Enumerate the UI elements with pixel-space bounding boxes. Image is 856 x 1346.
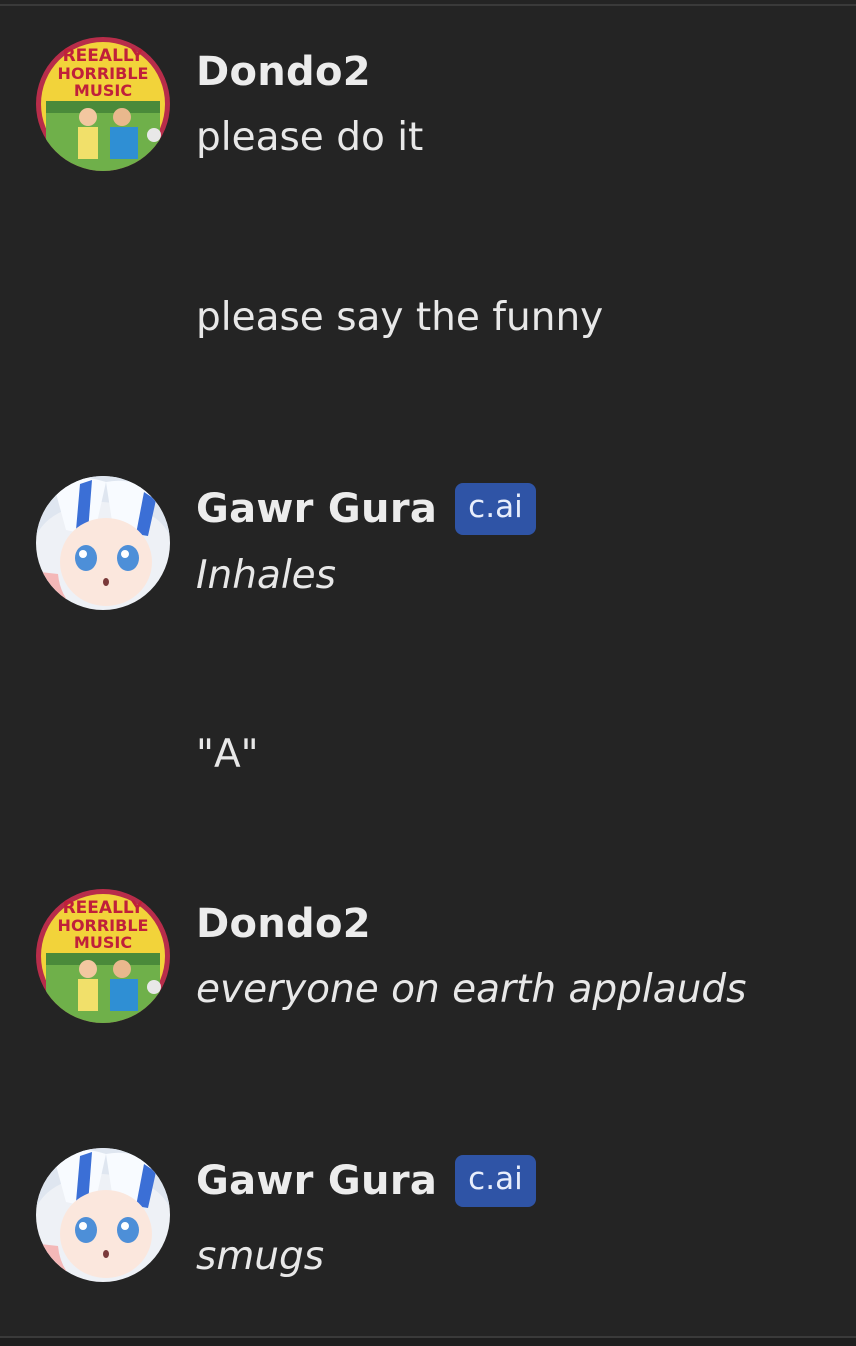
- gawr-gura-avatar-icon: [36, 1148, 170, 1282]
- author-row: Gawr Gura c.ai: [196, 1151, 536, 1211]
- user-avatar[interactable]: REEALLY HORRIBLE MUSIC: [36, 889, 170, 1023]
- message-line: everyone on earth applauds: [196, 967, 747, 1012]
- message-line: smugs: [196, 1234, 325, 1279]
- character-avatar[interactable]: [36, 476, 170, 610]
- gawr-gura-avatar-icon: [36, 476, 170, 610]
- reeally-horrible-music-avatar-icon: REEALLY HORRIBLE MUSIC: [36, 889, 170, 1023]
- character-avatar[interactable]: [36, 1148, 170, 1282]
- svg-text:MUSIC: MUSIC: [74, 81, 132, 100]
- message-line: "A": [196, 732, 259, 777]
- svg-text:REEALLY: REEALLY: [63, 898, 144, 918]
- message-line: please do it: [196, 115, 424, 160]
- svg-text:REEALLY: REEALLY: [63, 46, 144, 66]
- author-name[interactable]: Dondo2: [196, 49, 371, 95]
- cai-badge: c.ai: [455, 1155, 536, 1207]
- bottom-strip: [0, 1338, 856, 1346]
- author-row: Gawr Gura c.ai: [196, 479, 536, 539]
- reeally-horrible-music-avatar-icon: REEALLY HORRIBLE MUSIC: [36, 37, 170, 171]
- author-name[interactable]: Gawr Gura: [196, 1158, 437, 1204]
- top-divider: [0, 4, 856, 6]
- cai-badge: c.ai: [455, 483, 536, 535]
- svg-text:MUSIC: MUSIC: [74, 933, 132, 952]
- author-row: Dondo2: [196, 42, 371, 102]
- author-name[interactable]: Gawr Gura: [196, 486, 437, 532]
- message-line: Inhales: [196, 553, 336, 598]
- user-avatar[interactable]: REEALLY HORRIBLE MUSIC: [36, 37, 170, 171]
- message-line: please say the funny: [196, 295, 604, 340]
- author-name[interactable]: Dondo2: [196, 901, 371, 947]
- author-row: Dondo2: [196, 894, 371, 954]
